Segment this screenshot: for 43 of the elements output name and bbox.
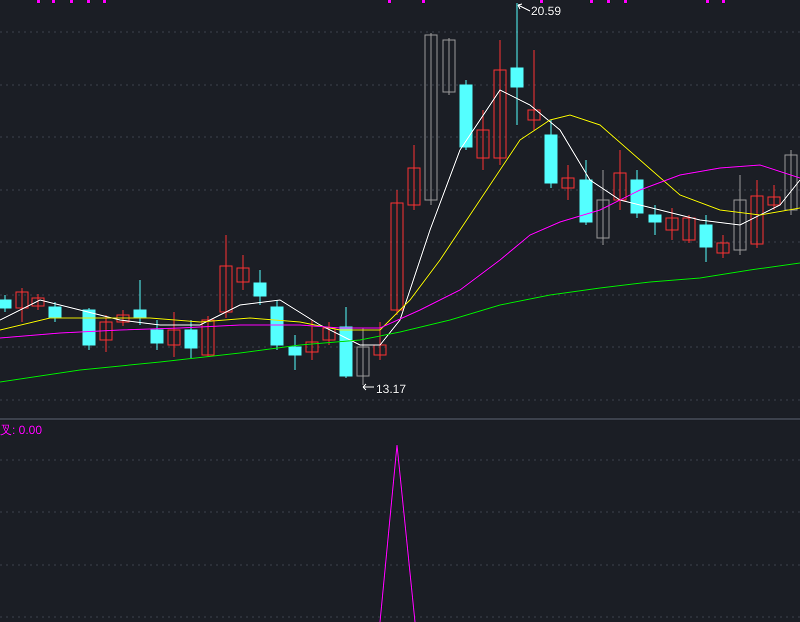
candlestick xyxy=(630,170,644,218)
candlestick xyxy=(460,80,472,150)
candlestick xyxy=(768,184,780,210)
candlestick xyxy=(116,310,130,326)
candlestick xyxy=(648,204,662,236)
candlestick xyxy=(356,328,370,386)
candlestick xyxy=(700,214,712,262)
candlestick xyxy=(442,38,456,96)
candlestick xyxy=(784,150,798,216)
arrow-icon xyxy=(362,383,375,391)
candlestick xyxy=(82,308,96,350)
candlestick xyxy=(150,320,164,350)
candlestick xyxy=(16,288,28,322)
arrow-icon xyxy=(517,3,531,13)
candlestick xyxy=(254,270,266,306)
candlestick xyxy=(374,322,386,360)
candlestick xyxy=(562,164,574,200)
indicator-label: 叉: 0.00 xyxy=(0,422,42,439)
candlestick xyxy=(614,150,626,210)
candlestick xyxy=(750,180,764,248)
candlestick xyxy=(340,306,352,378)
candlestick xyxy=(716,234,730,258)
candlestick xyxy=(288,334,302,370)
candlestick xyxy=(202,316,214,358)
candlestick xyxy=(168,312,180,358)
candlestick xyxy=(682,214,696,244)
candlestick xyxy=(408,144,420,210)
candlestick xyxy=(666,208,678,240)
candlestick xyxy=(236,254,250,290)
candlestick xyxy=(32,294,44,310)
low-price-label: 13.17 xyxy=(376,381,406,398)
candlestick xyxy=(0,294,12,312)
candlestick xyxy=(270,300,284,350)
high-price-label: 20.59 xyxy=(531,3,562,20)
candlestick xyxy=(184,320,198,358)
candlestick xyxy=(322,322,336,346)
candlestick xyxy=(544,120,558,188)
candlestick xyxy=(134,280,146,326)
candlestick xyxy=(580,160,592,226)
candlestick xyxy=(306,320,318,360)
candlestick xyxy=(476,110,490,170)
candlestick xyxy=(48,302,62,322)
candlestick xyxy=(100,314,112,352)
